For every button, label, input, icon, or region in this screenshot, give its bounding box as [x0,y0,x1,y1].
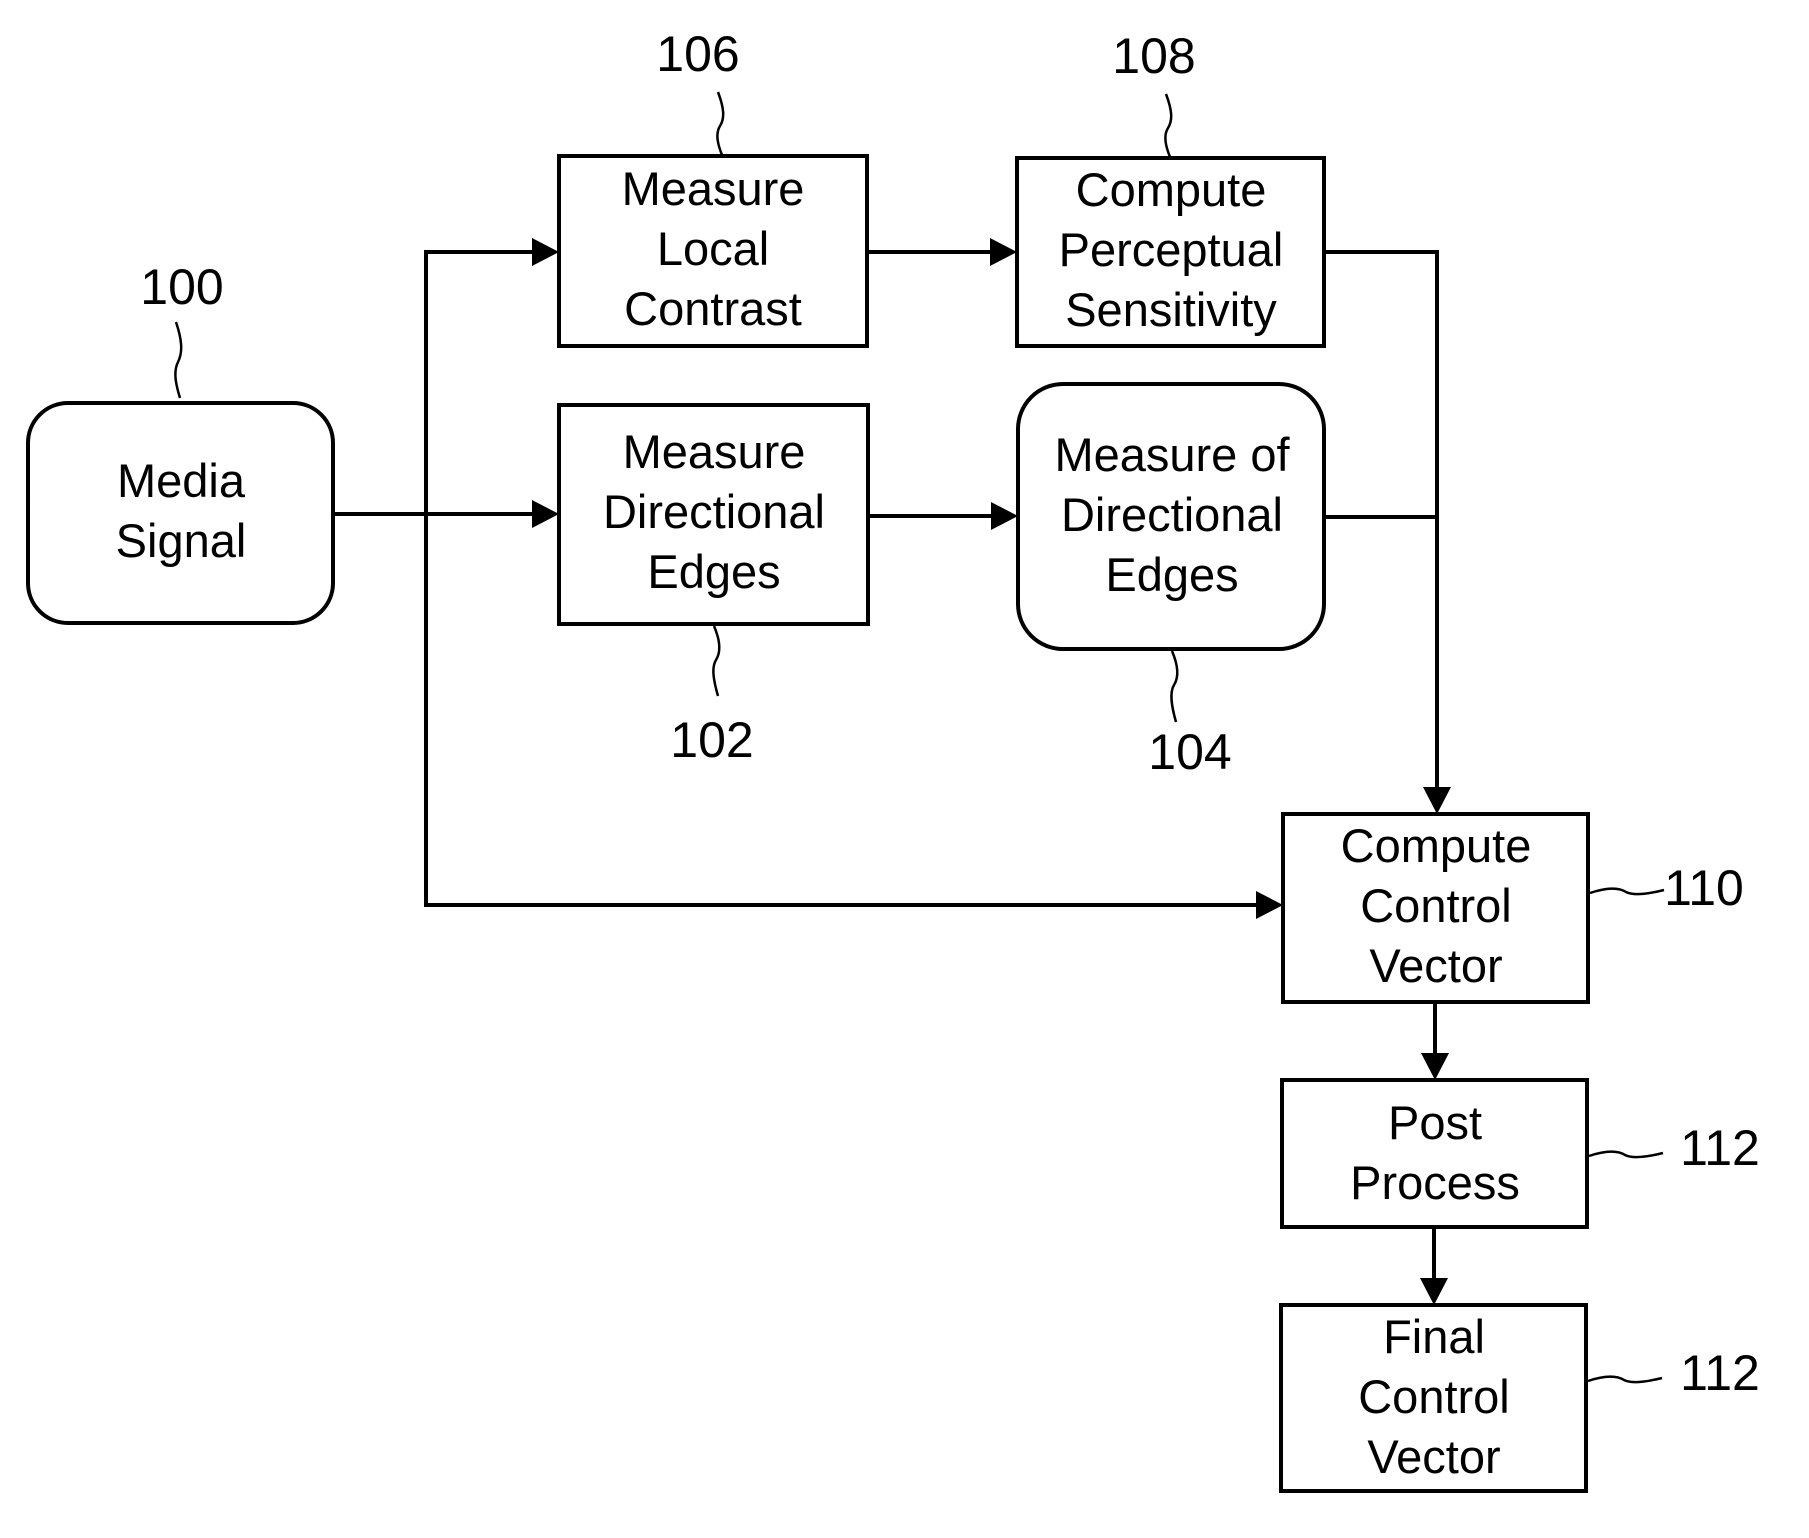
arrow-head [532,238,559,266]
node-label-line: Signal [116,514,247,567]
node-label-line: Measure of [1054,428,1290,481]
arrow-head [1256,891,1283,919]
node-label-line: Post [1388,1096,1482,1149]
leader-line [1589,887,1665,896]
ref-number: 100 [140,259,223,315]
node-label-line: Edges [1105,548,1238,601]
arrow-head [1423,787,1451,814]
node-label-line: Directional [1061,488,1283,541]
leader-line [1170,650,1179,723]
node-label-line: Measure [623,425,806,478]
ref-label-106: 106 [656,26,740,156]
node-measure-local-contrast: Measure Local Contrast [557,154,869,348]
ref-number: 110 [1664,860,1744,916]
flowchart-diagram: Media Signal Measure Local Contrast Comp… [26,26,1760,1493]
arrow-head [1420,1278,1448,1305]
node-label-line: Sensitivity [1065,283,1277,336]
node-label-line: Compute [1341,819,1532,872]
ref-number: 106 [656,26,739,82]
node-label-line: Measure [622,162,805,215]
node-label-line: Directional [603,485,825,538]
node-label-line: Contrast [624,282,802,335]
arrow-head [990,238,1017,266]
leader-line [174,321,183,399]
ref-label-102: 102 [670,625,754,768]
node-label-line: Vector [1369,939,1502,992]
ref-number: 112 [1680,1345,1760,1401]
ref-label-104: 104 [1148,650,1232,780]
node-post-process: Post Process [1280,1078,1589,1229]
ref-label-100: 100 [140,259,224,399]
node-final-control-vector: Final Control Vector [1279,1303,1588,1493]
leader-line [712,625,721,697]
leader-line [1164,93,1173,158]
ref-number: 102 [670,712,753,768]
ref-number: 112 [1680,1120,1760,1176]
ref-label-112-final: 112 [1587,1345,1760,1401]
arrow-head [1421,1053,1449,1080]
node-measure-of-directional-edges: Measure of Directional Edges [1016,382,1326,651]
ref-label-110: 110 [1589,860,1744,916]
node-label-line: Compute [1076,163,1267,216]
arrow-head [532,500,559,528]
node-label-line: Control [1358,1370,1510,1423]
edge-perceptual-to-bus [1324,250,1439,797]
node-label-line: Edges [647,545,780,598]
node-label-line: Process [1350,1156,1520,1209]
leader-line [1588,1150,1664,1159]
node-label-line: Control [1360,879,1512,932]
arrow-head [991,502,1018,530]
node-compute-control-vector: Compute Control Vector [1281,812,1590,1004]
ref-number: 108 [1112,28,1195,84]
ref-label-112-post: 112 [1588,1120,1760,1176]
node-compute-perceptual-sensitivity: Compute Perceptual Sensitivity [1015,156,1326,348]
leader-line [1587,1375,1663,1384]
node-measure-directional-edges: Measure Directional Edges [557,403,870,626]
ref-number: 104 [1148,724,1231,780]
leader-line [716,91,725,156]
node-label-line: Media [117,454,246,507]
node-label-line: Local [657,222,769,275]
ref-label-108: 108 [1112,28,1196,158]
node-label-line: Final [1383,1310,1485,1363]
node-label-line: Perceptual [1059,223,1284,276]
node-media-signal: Media Signal [26,401,335,625]
node-label-line: Vector [1367,1430,1500,1483]
